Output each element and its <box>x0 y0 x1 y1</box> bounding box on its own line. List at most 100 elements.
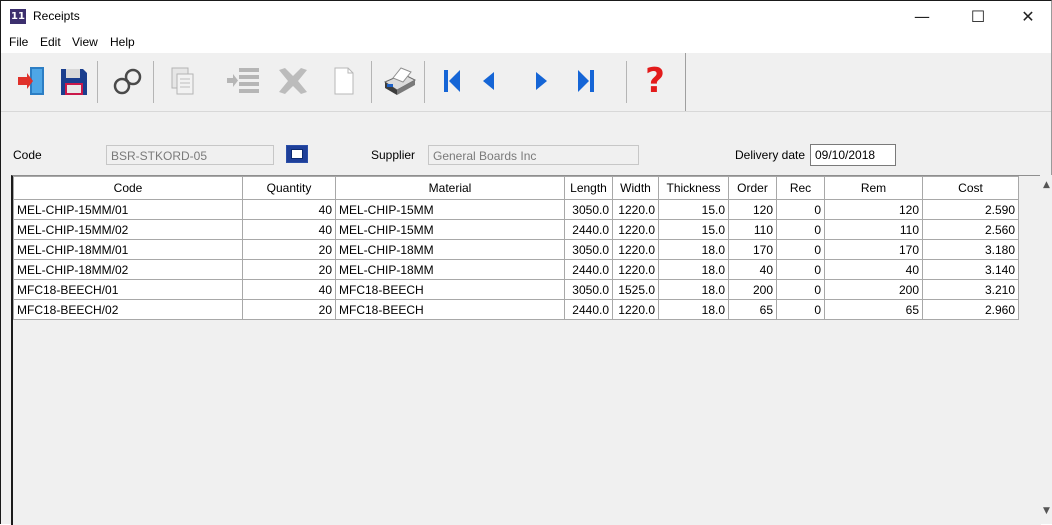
table-cell[interactable]: 0 <box>776 239 825 260</box>
table-cell[interactable]: 3.140 <box>922 259 1019 280</box>
column-header[interactable]: Rec <box>776 176 825 200</box>
table-cell[interactable]: 65 <box>728 299 777 320</box>
column-header[interactable]: Quantity <box>242 176 336 200</box>
scroll-down-icon[interactable]: ▼ <box>1040 503 1052 519</box>
table-cell[interactable]: MEL-CHIP-18MM <box>335 259 565 280</box>
last-icon[interactable] <box>567 59 607 103</box>
table-cell[interactable]: 3.180 <box>922 239 1019 260</box>
next-icon[interactable] <box>521 59 561 103</box>
table-cell[interactable]: 15.0 <box>658 219 729 240</box>
copy-icon[interactable] <box>161 59 201 103</box>
table-cell[interactable]: 40 <box>242 219 336 240</box>
maximize-button[interactable]: ☐ <box>955 1 1001 33</box>
table-row[interactable]: MEL-CHIP-18MM/01 20 MEL-CHIP-18MM 3050.0 122… <box>13 239 1019 260</box>
print-icon[interactable] <box>379 59 419 103</box>
table-cell[interactable]: MEL-CHIP-15MM <box>335 219 565 240</box>
table-cell[interactable]: 18.0 <box>658 239 729 260</box>
find-icon[interactable] <box>107 59 147 103</box>
column-header[interactable]: Order <box>728 176 777 200</box>
table-cell[interactable]: 40 <box>728 259 777 280</box>
code-field[interactable]: BSR-STKORD-05 <box>106 145 274 165</box>
table-row[interactable]: MEL-CHIP-18MM/02 20 MEL-CHIP-18MM 2440.0 122… <box>13 259 1019 280</box>
table-cell[interactable]: 2440.0 <box>564 299 613 320</box>
table-cell[interactable]: 3050.0 <box>564 239 613 260</box>
table-cell[interactable]: 18.0 <box>658 299 729 320</box>
table-cell[interactable]: 3050.0 <box>564 279 613 300</box>
table-cell[interactable]: 0 <box>776 199 825 220</box>
column-header[interactable]: Thickness <box>658 176 729 200</box>
table-cell[interactable]: 0 <box>776 259 825 280</box>
table-cell[interactable]: 2440.0 <box>564 259 613 280</box>
table-cell[interactable]: MFC18-BEECH/02 <box>13 299 243 320</box>
table-cell[interactable]: MEL-CHIP-18MM <box>335 239 565 260</box>
close-button[interactable]: ✕ <box>1005 1 1051 33</box>
column-header[interactable]: Cost <box>922 176 1019 200</box>
table-cell[interactable]: 2.590 <box>922 199 1019 220</box>
table-cell[interactable]: 0 <box>776 299 825 320</box>
save-icon[interactable] <box>53 59 93 103</box>
table-cell[interactable]: 1220.0 <box>612 219 659 240</box>
table-cell[interactable]: MEL-CHIP-15MM <box>335 199 565 220</box>
minimize-button[interactable]: — <box>899 1 945 33</box>
table-row[interactable]: MFC18-BEECH/01 40 MFC18-BEECH 3050.0 1525.0 1… <box>13 279 1019 300</box>
column-header[interactable]: Rem <box>824 176 923 200</box>
table-cell[interactable]: 170 <box>728 239 777 260</box>
table-cell[interactable]: 110 <box>824 219 923 240</box>
menu-view[interactable]: View <box>72 35 98 49</box>
table-cell[interactable]: 0 <box>776 279 825 300</box>
column-header[interactable]: Material <box>335 176 565 200</box>
table-cell[interactable]: 40 <box>242 199 336 220</box>
table-cell[interactable]: MEL-CHIP-15MM/02 <box>13 219 243 240</box>
help-icon[interactable]: ? <box>635 59 675 103</box>
first-icon[interactable] <box>431 59 471 103</box>
table-cell[interactable]: 20 <box>242 239 336 260</box>
menu-help[interactable]: Help <box>110 35 135 49</box>
table-cell[interactable]: 200 <box>728 279 777 300</box>
table-cell[interactable]: 65 <box>824 299 923 320</box>
table-cell[interactable]: 1220.0 <box>612 239 659 260</box>
table-cell[interactable]: 2.960 <box>922 299 1019 320</box>
table-cell[interactable]: 120 <box>824 199 923 220</box>
table-cell[interactable]: 20 <box>242 259 336 280</box>
delivery-date-field[interactable]: 09/10/2018 <box>810 144 896 166</box>
table-cell[interactable]: 2.560 <box>922 219 1019 240</box>
table-cell[interactable]: 3050.0 <box>564 199 613 220</box>
table-cell[interactable]: MFC18-BEECH/01 <box>13 279 243 300</box>
table-cell[interactable]: 40 <box>824 259 923 280</box>
table-cell[interactable]: 200 <box>824 279 923 300</box>
column-header[interactable]: Code <box>13 176 243 200</box>
table-cell[interactable]: 2440.0 <box>564 219 613 240</box>
column-header[interactable]: Length <box>564 176 613 200</box>
lookup-button[interactable] <box>286 145 308 163</box>
column-header[interactable]: Width <box>612 176 659 200</box>
previous-icon[interactable] <box>469 59 509 103</box>
menu-edit[interactable]: Edit <box>40 35 61 49</box>
table-cell[interactable]: MEL-CHIP-18MM/01 <box>13 239 243 260</box>
table-cell[interactable]: 3.210 <box>922 279 1019 300</box>
table-cell[interactable]: 120 <box>728 199 777 220</box>
table-cell[interactable]: MEL-CHIP-15MM/01 <box>13 199 243 220</box>
indent-icon[interactable] <box>225 59 265 103</box>
table-cell[interactable]: 110 <box>728 219 777 240</box>
exit-icon[interactable] <box>11 59 51 103</box>
table-cell[interactable]: 1525.0 <box>612 279 659 300</box>
table-cell[interactable]: 1220.0 <box>612 199 659 220</box>
table-cell[interactable]: MFC18-BEECH <box>335 279 565 300</box>
table-row[interactable]: MEL-CHIP-15MM/02 40 MEL-CHIP-15MM 2440.0 122… <box>13 219 1019 240</box>
table-row[interactable]: MEL-CHIP-15MM/01 40 MEL-CHIP-15MM 3050.0 122… <box>13 199 1019 220</box>
table-cell[interactable]: 40 <box>242 279 336 300</box>
table-cell[interactable]: 1220.0 <box>612 299 659 320</box>
vertical-scrollbar[interactable]: ▲ ▼ <box>1040 175 1052 524</box>
table-cell[interactable]: 0 <box>776 219 825 240</box>
table-cell[interactable]: MEL-CHIP-18MM/02 <box>13 259 243 280</box>
table-cell[interactable]: 15.0 <box>658 199 729 220</box>
table-cell[interactable]: 20 <box>242 299 336 320</box>
table-cell[interactable]: 18.0 <box>658 279 729 300</box>
delete-icon[interactable] <box>273 59 313 103</box>
menu-file[interactable]: File <box>9 35 28 49</box>
table-row[interactable]: MFC18-BEECH/02 20 MFC18-BEECH 2440.0 1220.0 1… <box>13 299 1019 320</box>
supplier-field[interactable]: General Boards Inc <box>428 145 639 165</box>
table-cell[interactable]: 170 <box>824 239 923 260</box>
new-icon[interactable] <box>323 59 363 103</box>
table-cell[interactable]: 1220.0 <box>612 259 659 280</box>
